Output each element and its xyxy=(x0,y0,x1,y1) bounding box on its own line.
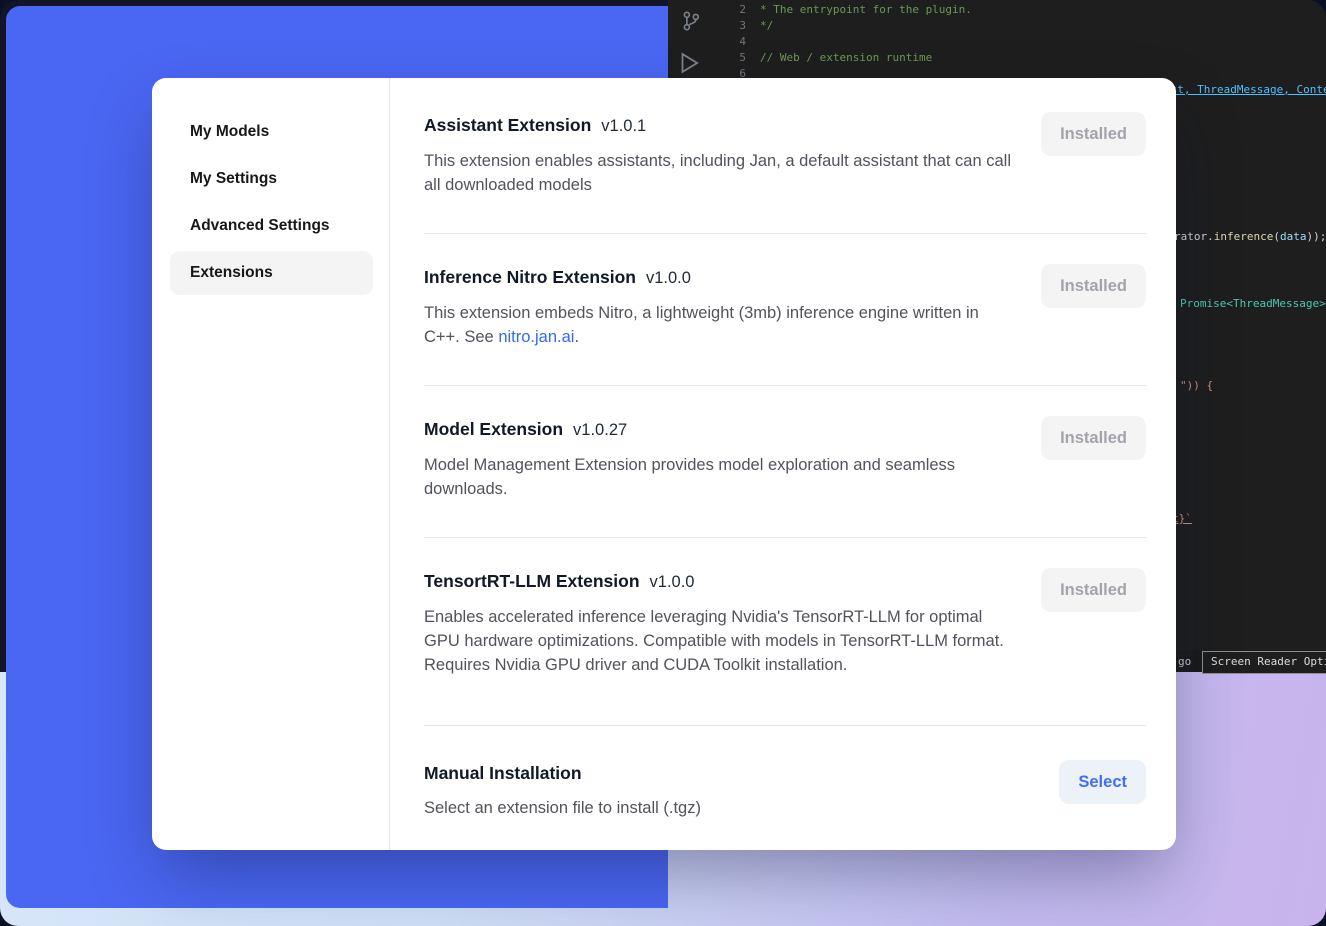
code-paren: ( xyxy=(1273,230,1280,243)
code-fragment-string: ")) { xyxy=(1180,378,1213,394)
nitro-jan-ai-link[interactable]: nitro.jan.ai xyxy=(498,328,574,346)
installed-button[interactable]: Installed xyxy=(1041,112,1146,156)
line-numbers: 2 3 4 5 6 xyxy=(720,2,746,82)
sidebar-item-extensions[interactable]: Extensions xyxy=(170,251,373,295)
extensions-panel: Assistant Extension v1.0.1 This extension… xyxy=(390,78,1176,850)
settings-modal: My Models My Settings Advanced Settings … xyxy=(152,78,1176,850)
sidebar-item-advanced-settings[interactable]: Advanced Settings xyxy=(170,204,373,248)
extension-name: Inference Nitro Extension xyxy=(424,267,636,287)
extension-row-nitro: Inference Nitro Extension v1.0.0 This ext… xyxy=(424,234,1146,386)
code-lines: * The entrypoint for the plugin. */ // W… xyxy=(760,2,1326,82)
settings-sidebar: My Models My Settings Advanced Settings … xyxy=(152,78,390,850)
source-control-icon[interactable] xyxy=(680,10,702,37)
manual-installation-title: Manual Installation xyxy=(424,760,701,786)
extension-description: This extension embeds Nitro, a lightweig… xyxy=(424,301,1014,349)
extension-title: Model Extension v1.0.27 xyxy=(424,416,1014,443)
code-string: ")) { xyxy=(1180,379,1213,392)
extension-version: v1.0.27 xyxy=(573,421,627,439)
code-text: rator. xyxy=(1174,230,1214,243)
code-type: Promise<ThreadMessage> xyxy=(1180,297,1326,310)
manual-installation-description: Select an extension file to install (.tg… xyxy=(424,796,701,820)
manual-installation-row: Manual Installation Select an extension … xyxy=(424,726,1146,840)
extension-version: v1.0.0 xyxy=(646,269,691,287)
screen-reader-status-chip[interactable]: Screen Reader Optimized xyxy=(1202,651,1326,674)
section-name: Manual Installation xyxy=(424,763,582,783)
extension-name: TensortRT-LLM Extension xyxy=(424,571,640,591)
select-file-button[interactable]: Select xyxy=(1059,760,1146,804)
extension-title: Assistant Extension v1.0.1 xyxy=(424,112,1014,139)
extension-version: v1.0.0 xyxy=(650,573,695,591)
installed-button[interactable]: Installed xyxy=(1041,264,1146,308)
sidebar-item-my-models[interactable]: My Models xyxy=(170,110,373,154)
sidebar-item-my-settings[interactable]: My Settings xyxy=(170,157,373,201)
code-paren: )); xyxy=(1306,230,1326,243)
status-language-label: go xyxy=(1178,654,1191,670)
extension-name: Model Extension xyxy=(424,419,563,439)
extension-title: TensortRT-LLM Extension v1.0.0 xyxy=(424,568,1014,595)
code-comment: * The entrypoint for the plugin. xyxy=(760,3,972,16)
code-variable: data xyxy=(1280,230,1307,243)
extension-description: Enables accelerated inference leveraging… xyxy=(424,605,1014,677)
extension-row-tensorrt: TensortRT-LLM Extension v1.0.0 Enables ac… xyxy=(424,538,1146,726)
extension-description: Model Management Extension provides mode… xyxy=(424,453,1014,501)
extension-title: Inference Nitro Extension v1.0.0 xyxy=(424,264,1014,291)
code-comment: // Web / extension runtime xyxy=(760,51,932,64)
code-comment: */ xyxy=(760,19,773,32)
code-fragment-promise: Promise<ThreadMessage> xyxy=(1180,296,1326,312)
screenshot-canvas: 2 3 4 5 6 * The entrypoint for the plugi… xyxy=(0,0,1326,926)
code-fragment-inference: rator.inference(data)); xyxy=(1174,229,1326,245)
extension-description: This extension enables assistants, inclu… xyxy=(424,149,1014,197)
installed-button[interactable]: Installed xyxy=(1041,568,1146,612)
extension-row-model: Model Extension v1.0.27 Model Management … xyxy=(424,386,1146,538)
extension-row-assistant: Assistant Extension v1.0.1 This extension… xyxy=(424,82,1146,234)
run-icon[interactable] xyxy=(676,50,702,81)
code-function: inference xyxy=(1214,230,1274,243)
description-text: . xyxy=(574,328,579,346)
extension-name: Assistant Extension xyxy=(424,115,591,135)
extension-version: v1.0.1 xyxy=(601,117,646,135)
installed-button[interactable]: Installed xyxy=(1041,416,1146,460)
